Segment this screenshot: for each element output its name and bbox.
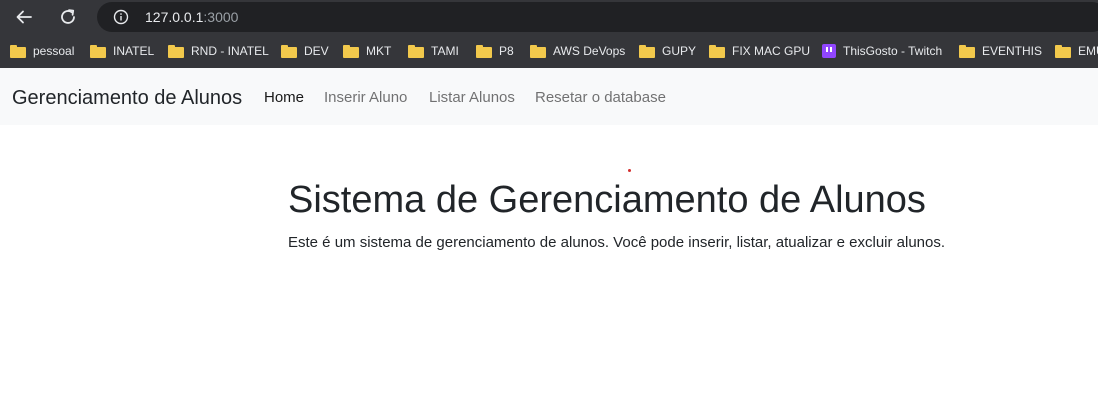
- folder-icon: [530, 44, 546, 58]
- bookmark-rnd-inatel[interactable]: RND - INATEL: [168, 42, 269, 60]
- back-arrow-icon: [16, 10, 32, 24]
- folder-icon: [959, 44, 975, 58]
- bookmark-label: FIX MAC GPU: [732, 44, 811, 58]
- site-info-icon[interactable]: [113, 9, 129, 25]
- folder-icon: [168, 44, 184, 58]
- navbar-brand[interactable]: Gerenciamento de Alunos: [12, 86, 242, 110]
- page-description: Este é um sistema de gerenciamento de al…: [288, 234, 946, 251]
- bookmark-mkt[interactable]: MKT: [343, 42, 391, 60]
- twitch-icon: [822, 44, 836, 58]
- folder-icon: [639, 44, 655, 58]
- bookmark-inatel[interactable]: INATEL: [90, 42, 154, 60]
- folder-icon: [90, 44, 106, 58]
- url-host: 127.0.0.1: [145, 9, 204, 25]
- nav-link-home[interactable]: Home: [264, 89, 304, 107]
- app-navbar: Gerenciamento de Alunos Home Inserir Alu…: [0, 68, 1098, 125]
- bookmark-label: EVENTHIS: [982, 44, 1043, 58]
- folder-icon: [476, 44, 492, 58]
- back-button[interactable]: [11, 4, 37, 30]
- bookmark-label: GUPY: [662, 44, 697, 58]
- url-port: :3000: [203, 9, 239, 25]
- nav-link-inserir-aluno[interactable]: Inserir Aluno: [324, 89, 407, 107]
- bookmark-label: ThisGosto - Twitch: [843, 44, 943, 58]
- browser-toolbar: 127.0.0.1:3000: [0, 0, 1098, 34]
- reload-button[interactable]: [55, 4, 81, 30]
- bookmark-eventhis[interactable]: EVENTHIS: [959, 42, 1042, 60]
- bookmark-label: AWS DeVops: [553, 44, 626, 58]
- bookmark-label: DEV: [304, 44, 329, 58]
- bookmark-label: MKT: [366, 44, 392, 58]
- nav-link-resetar-database[interactable]: Resetar o database: [535, 89, 666, 107]
- cursor-dot: [628, 169, 631, 172]
- bookmark-pessoal[interactable]: pessoal: [10, 42, 74, 60]
- bookmark-tami[interactable]: TAMI: [408, 42, 459, 60]
- bookmark-label: P8: [499, 44, 514, 58]
- folder-icon: [408, 44, 424, 58]
- folder-icon: [1055, 44, 1071, 58]
- bookmarks-bar: pessoal INATEL RND - INATEL DEV MKT TAMI…: [0, 34, 1098, 68]
- bookmark-dev[interactable]: DEV: [281, 42, 329, 60]
- nav-link-listar-alunos[interactable]: Listar Alunos: [429, 89, 515, 107]
- bookmark-label: INATEL: [113, 44, 155, 58]
- folder-icon: [343, 44, 359, 58]
- bookmark-gupy[interactable]: GUPY: [639, 42, 696, 60]
- folder-icon: [281, 44, 297, 58]
- bookmark-emu[interactable]: EMU: [1055, 42, 1098, 60]
- page-title: Sistema de Gerenciamento de Alunos: [288, 179, 926, 221]
- url-text[interactable]: 127.0.0.1:3000: [145, 8, 238, 26]
- bookmark-label: EMU: [1078, 44, 1098, 58]
- bookmark-label: RND - INATEL: [191, 44, 269, 58]
- bookmark-label: pessoal: [33, 44, 75, 58]
- address-bar[interactable]: 127.0.0.1:3000: [97, 2, 1098, 32]
- folder-icon: [10, 44, 26, 58]
- bookmark-p8[interactable]: P8: [476, 42, 514, 60]
- bookmark-thisgosto-twitch[interactable]: ThisGosto - Twitch: [822, 42, 942, 60]
- bookmark-fix-mac-gpu[interactable]: FIX MAC GPU: [709, 42, 810, 60]
- folder-icon: [709, 44, 725, 58]
- reload-icon: [61, 9, 75, 24]
- bookmark-label: TAMI: [431, 44, 459, 58]
- bookmark-aws-devops[interactable]: AWS DeVops: [530, 42, 625, 60]
